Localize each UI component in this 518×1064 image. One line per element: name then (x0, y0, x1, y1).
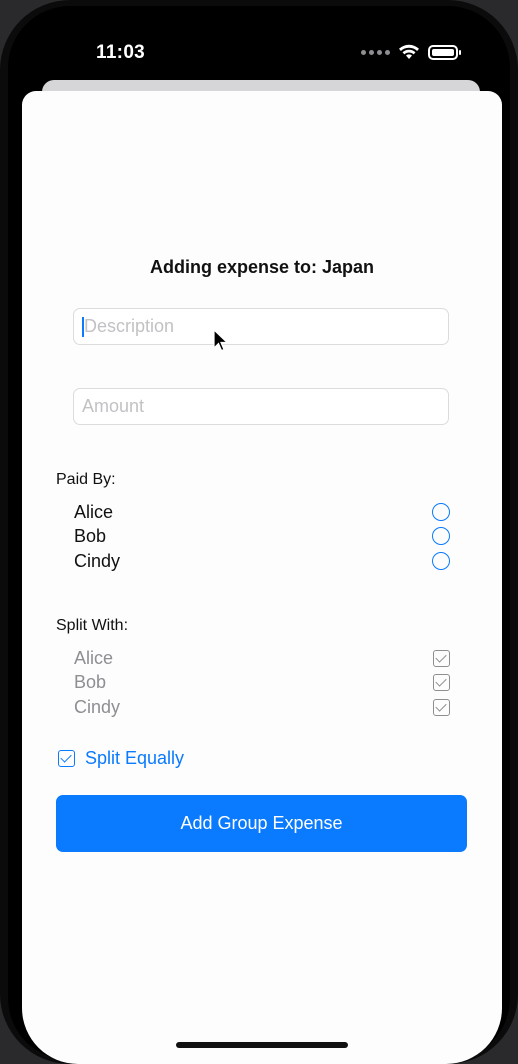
paid-by-name: Alice (74, 501, 114, 522)
description-field[interactable] (73, 308, 449, 345)
status-icons (361, 44, 461, 60)
checkbox-checked-icon[interactable] (58, 750, 75, 767)
paid-by-row-alice[interactable]: Alice (74, 500, 450, 524)
radio-icon[interactable] (432, 527, 450, 545)
split-with-label: Split With: (56, 617, 129, 634)
radio-icon[interactable] (432, 503, 450, 521)
split-with-name: Cindy (74, 696, 121, 717)
checkbox-icon[interactable] (433, 649, 450, 667)
wifi-icon (399, 44, 419, 59)
device-frame: 11:03 Adding expense to: Japan Paid By: … (0, 0, 518, 1064)
status-time: 11:03 (96, 42, 146, 63)
paid-by-row-bob[interactable]: Bob (74, 524, 450, 548)
checkbox-icon[interactable] (433, 673, 450, 691)
home-indicator[interactable] (176, 1042, 348, 1048)
add-expense-sheet: Adding expense to: Japan Paid By: Alice … (22, 91, 502, 1064)
radio-icon[interactable] (432, 552, 450, 570)
amount-input[interactable] (82, 396, 440, 417)
split-with-row-bob[interactable]: Bob (74, 670, 450, 694)
signal-icon (361, 49, 390, 55)
split-equally-label[interactable]: Split Equally (85, 748, 184, 769)
split-equally-toggle[interactable]: Split Equally (58, 748, 184, 769)
split-with-row-alice[interactable]: Alice (74, 646, 450, 670)
mouse-pointer-icon (213, 329, 229, 352)
description-input[interactable] (84, 316, 440, 337)
paid-by-name: Bob (74, 525, 107, 546)
battery-icon (428, 44, 461, 60)
amount-field[interactable] (73, 388, 449, 425)
sheet-title: Adding expense to: Japan (149, 257, 375, 277)
add-group-expense-button[interactable]: Add Group Expense (56, 795, 467, 852)
paid-by-label: Paid By: (56, 471, 116, 488)
split-with-name: Alice (74, 647, 114, 668)
split-with-name: Bob (74, 671, 107, 692)
paid-by-row-cindy[interactable]: Cindy (74, 549, 450, 573)
paid-by-name: Cindy (74, 550, 121, 571)
checkbox-icon[interactable] (433, 698, 450, 716)
split-with-row-cindy[interactable]: Cindy (74, 695, 450, 719)
